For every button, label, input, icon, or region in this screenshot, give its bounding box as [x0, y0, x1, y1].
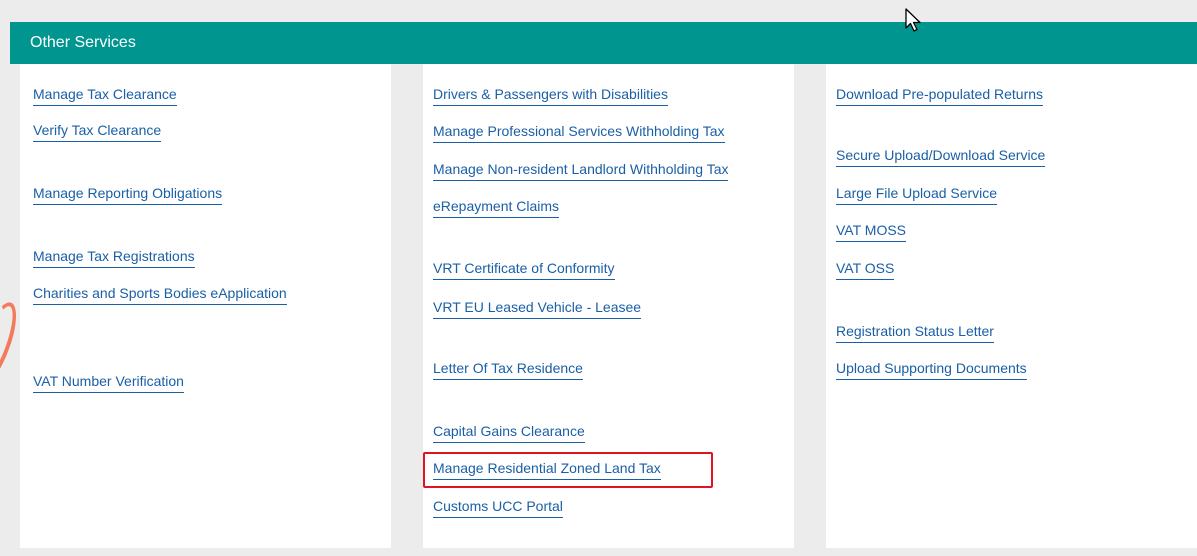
link-erepayment-claims[interactable]: eRepayment Claims [433, 197, 560, 218]
link-vrt-eu-leased-vehicle[interactable]: VRT EU Leased Vehicle - Leasee [433, 298, 642, 319]
link-upload-supporting-documents[interactable]: Upload Supporting Documents [836, 359, 1027, 380]
link-professional-services-withholding-tax[interactable]: Manage Professional Services Withholding… [433, 122, 725, 143]
link-drivers-passengers-disabilities[interactable]: Drivers & Passengers with Disabilities [433, 85, 668, 106]
link-large-file-upload[interactable]: Large File Upload Service [836, 184, 998, 205]
link-non-resident-landlord-withholding-tax[interactable]: Manage Non-resident Landlord Withholding… [433, 160, 729, 181]
link-vat-moss[interactable]: VAT MOSS [836, 221, 907, 242]
other-services-header: Other Services [10, 22, 1197, 64]
mouse-cursor-icon [905, 8, 921, 32]
link-letter-of-tax-residence[interactable]: Letter Of Tax Residence [433, 359, 583, 380]
services-column-3 [826, 64, 1197, 548]
link-verify-tax-clearance[interactable]: Verify Tax Clearance [33, 121, 162, 142]
link-registration-status-letter[interactable]: Registration Status Letter [836, 322, 994, 343]
link-vat-oss[interactable]: VAT OSS [836, 259, 895, 280]
link-charities-sports-bodies[interactable]: Charities and Sports Bodies eApplication [33, 284, 287, 305]
link-manage-reporting-obligations[interactable]: Manage Reporting Obligations [33, 184, 223, 205]
highlight-annotation-box [423, 452, 713, 488]
page: Other Services Manage Tax Clearance Veri… [0, 0, 1197, 556]
link-capital-gains-clearance[interactable]: Capital Gains Clearance [433, 422, 585, 443]
link-download-pre-populated-returns[interactable]: Download Pre-populated Returns [836, 85, 1044, 106]
header-title: Other Services [30, 34, 136, 51]
link-manage-tax-clearance[interactable]: Manage Tax Clearance [33, 85, 177, 106]
link-secure-upload-download[interactable]: Secure Upload/Download Service [836, 146, 1046, 167]
link-customs-ucc-portal[interactable]: Customs UCC Portal [433, 497, 563, 518]
link-vrt-certificate-of-conformity[interactable]: VRT Certificate of Conformity [433, 259, 615, 280]
link-vat-number-verification[interactable]: VAT Number Verification [33, 372, 184, 393]
link-manage-tax-registrations[interactable]: Manage Tax Registrations [33, 247, 195, 268]
